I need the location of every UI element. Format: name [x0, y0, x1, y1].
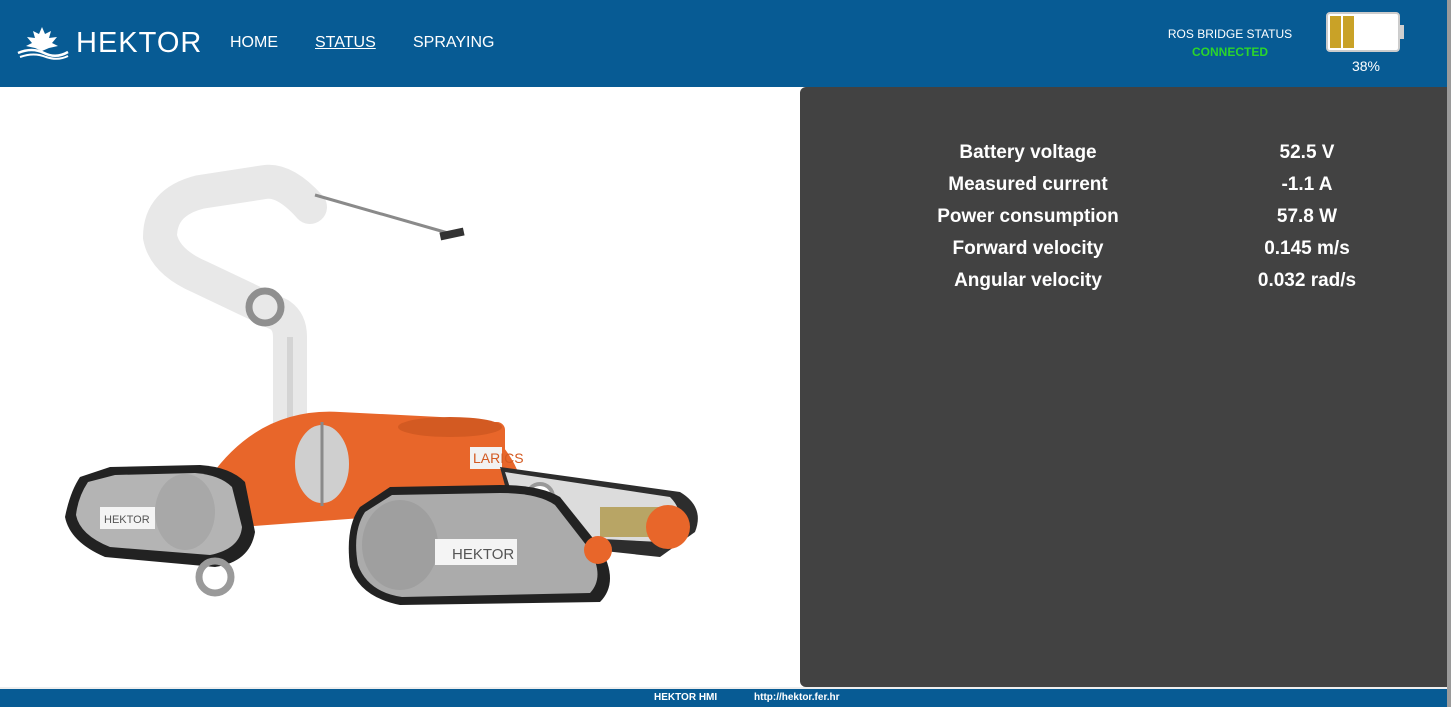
robot-brand-text: LARICS [473, 450, 524, 466]
footer-url[interactable]: http://hektor.fer.hr [754, 692, 840, 703]
nav-status[interactable]: STATUS [315, 34, 376, 52]
stat-value: 52.5 V [1279, 142, 1335, 163]
stat-row-battery-voltage: Battery voltage 52.5 V [900, 138, 1451, 170]
ros-bridge-label: ROS BRIDGE STATUS [1167, 27, 1293, 41]
ros-bridge-status: ROS BRIDGE STATUS CONNECTED [1160, 27, 1300, 59]
battery-icon [1326, 12, 1404, 52]
nav-spraying[interactable]: SPRAYING [413, 34, 495, 52]
stat-value: -1.1 A [1281, 174, 1333, 195]
left-track-decal: HEKTOR [104, 514, 150, 526]
scrollbar[interactable] [1447, 0, 1451, 707]
stat-label: Angular velocity [954, 270, 1102, 291]
front-track-decal: HEKTOR [452, 546, 514, 563]
stat-row-angular-velocity: Angular velocity 0.032 rad/s [900, 266, 1451, 298]
status-table: Battery voltage 52.5 V Measured current … [900, 138, 1451, 298]
stat-label: Power consumption [937, 206, 1119, 227]
robot-view[interactable]: LARICS HEKTOR HEKTOR [0, 87, 800, 687]
hektor-logo[interactable]: HEKTOR [14, 22, 202, 64]
footer: HEKTOR HMI http://hektor.fer.hr [0, 687, 1447, 707]
footer-title: HEKTOR HMI [654, 692, 718, 703]
stat-label: Forward velocity [952, 238, 1104, 259]
header-bar: HEKTOR HOME STATUS SPRAYING ROS BRIDGE S… [0, 0, 1451, 87]
logo-text: HEKTOR [76, 26, 203, 59]
nav-home[interactable]: HOME [230, 34, 278, 52]
stat-row-power-consumption: Power consumption 57.8 W [900, 202, 1451, 234]
stat-label: Measured current [948, 174, 1108, 195]
ros-bridge-state: CONNECTED [1191, 45, 1268, 59]
stat-value: 0.032 rad/s [1257, 270, 1357, 291]
stat-value: 57.8 W [1276, 206, 1338, 227]
battery-percent: 38% [1351, 58, 1381, 74]
stat-row-forward-velocity: Forward velocity 0.145 m/s [900, 234, 1451, 266]
robot-model-image: LARICS HEKTOR HEKTOR [65, 164, 698, 605]
leaf-logo-icon [17, 27, 69, 60]
stat-label: Battery voltage [959, 142, 1097, 163]
stat-row-measured-current: Measured current -1.1 A [900, 170, 1451, 202]
stat-value: 0.145 m/s [1264, 238, 1350, 259]
